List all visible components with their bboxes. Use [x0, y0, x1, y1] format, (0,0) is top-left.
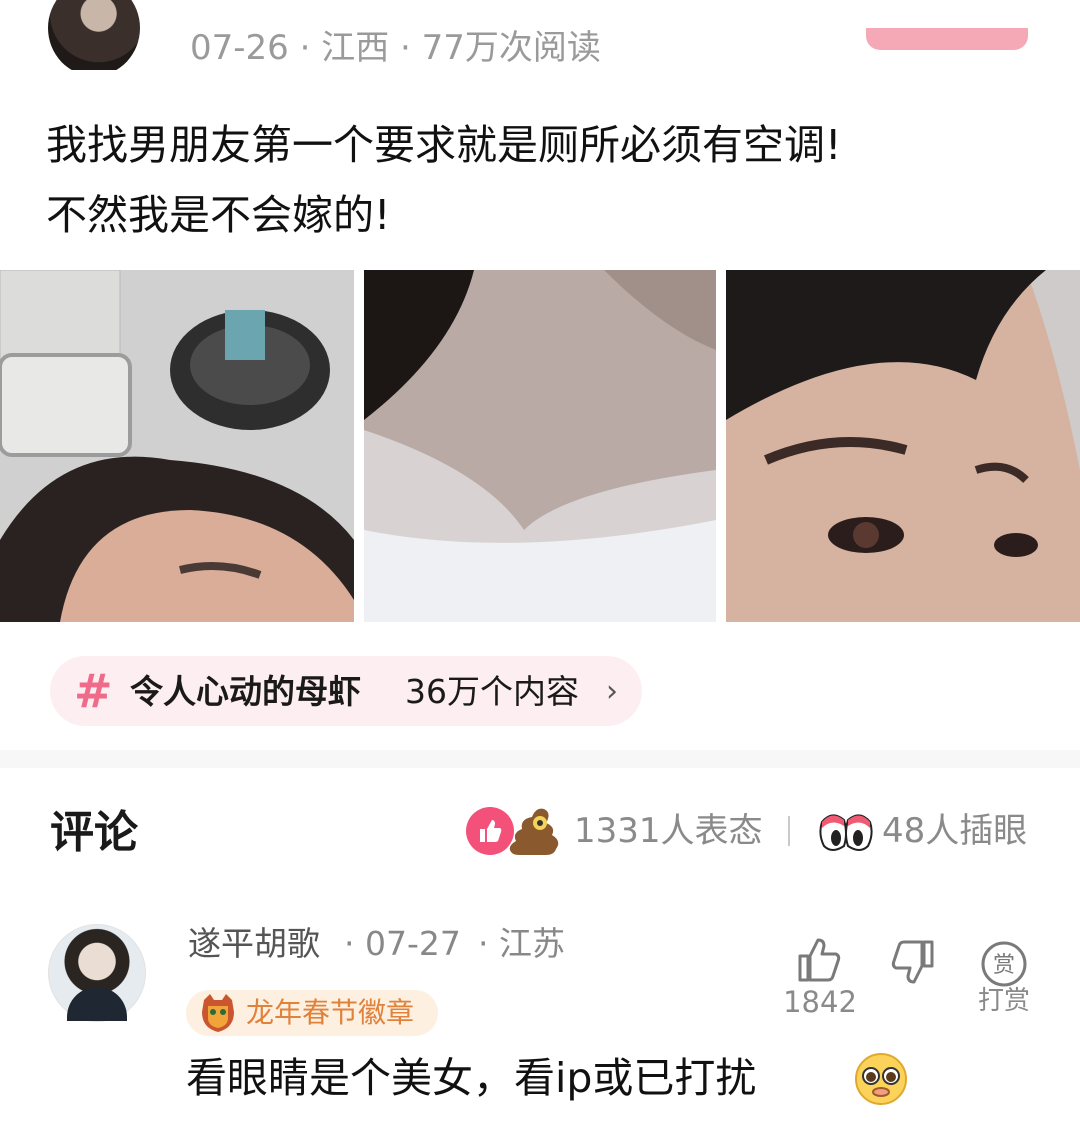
follow-button[interactable] — [866, 28, 1028, 50]
eyes-count[interactable]: 48人插眼 — [882, 808, 1027, 854]
reaction-count[interactable]: 1331人表态 — [574, 808, 763, 854]
comment-text: 看眼睛是个美女，看ip或已打扰 — [186, 1054, 757, 1102]
topic-count: 36万个内容 — [405, 672, 579, 711]
thumbs-down-icon[interactable] — [888, 936, 938, 988]
comments-title: 评论 — [50, 807, 138, 858]
post-text-line: 不然我是不会嫁的! — [46, 191, 391, 239]
hashtag-icon: # — [74, 664, 113, 718]
tip-label[interactable]: 打赏 — [972, 984, 1036, 1018]
author-avatar[interactable] — [48, 0, 140, 70]
comment-location: · 江苏 — [478, 924, 565, 963]
commenter-name[interactable]: 遂平胡歌 — [188, 922, 320, 966]
pleading-face-emoji-icon — [852, 1052, 910, 1106]
poop-reaction-icon — [506, 803, 562, 857]
chevron-right-icon: › — [606, 674, 618, 709]
like-count: 1842 — [783, 985, 857, 1019]
eyes-icon — [818, 808, 874, 856]
post-image-2[interactable] — [364, 270, 716, 622]
post-header: 07-26 · 江西 · 77万次阅读 — [0, 0, 1080, 70]
post-image-3[interactable] — [726, 270, 1080, 622]
topic-title[interactable]: 令人心动的母虾 — [130, 670, 361, 714]
post-meta: 07-26 · 江西 · 77万次阅读 — [190, 28, 601, 68]
dragon-badge-icon — [198, 992, 238, 1034]
comment-date: · 07-27 — [344, 924, 461, 963]
thumbs-up-icon[interactable] — [794, 934, 844, 986]
tip-glyph: 赏 — [993, 953, 1015, 978]
tip-icon[interactable]: 赏 — [980, 940, 1028, 988]
commenter-avatar[interactable] — [48, 924, 146, 1022]
vertical-divider — [788, 816, 790, 846]
section-divider — [0, 750, 1080, 768]
post-text-line: 我找男朋友第一个要求就是厕所必须有空调! — [46, 121, 842, 169]
post-body: 我找男朋友第一个要求就是厕所必须有空调! 不然我是不会嫁的! — [46, 110, 1046, 250]
post-image-1[interactable] — [0, 270, 354, 622]
badge-label: 龙年春节徽章 — [246, 996, 415, 1029]
